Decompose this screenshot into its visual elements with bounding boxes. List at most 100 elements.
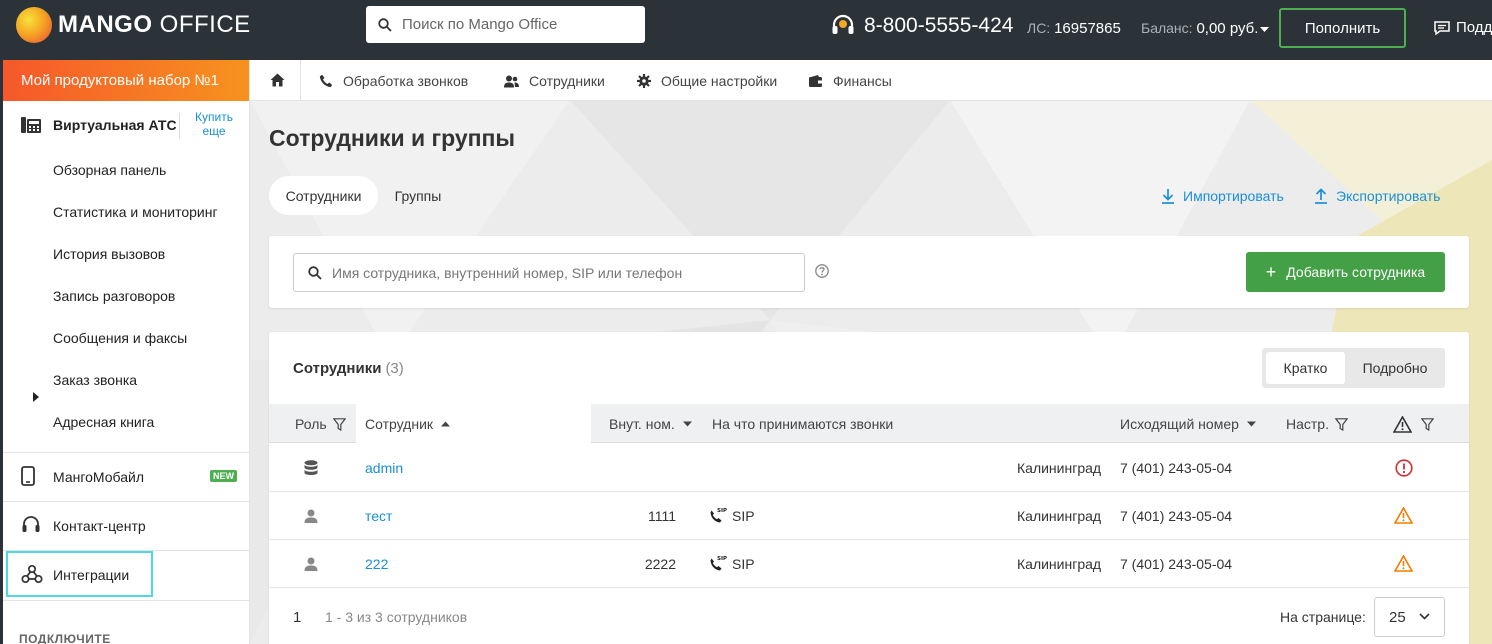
mango-logo-icon	[16, 7, 52, 43]
plus-icon: +	[1265, 262, 1277, 282]
support-link[interactable]: Подд	[1434, 19, 1492, 36]
integrations-highlight	[6, 551, 153, 597]
balance-dropdown[interactable]: Баланс: 0,00 руб.	[1141, 20, 1270, 37]
sidebar-section-mangomobile[interactable]: МангоМобайл NEW	[3, 453, 249, 501]
view-short-button[interactable]: Кратко	[1266, 352, 1345, 384]
import-button[interactable]: Импортировать	[1161, 188, 1284, 204]
main-content: Обработка звонков Сотрудники Общие настр…	[250, 60, 1492, 644]
city: Калининград	[1017, 508, 1102, 524]
column-extension[interactable]: Внут. ном.	[609, 416, 692, 432]
filter-icon	[332, 417, 346, 431]
wallet-icon	[809, 75, 823, 87]
user-icon	[304, 509, 318, 523]
warning-icon[interactable]	[1394, 507, 1413, 524]
sidebar-item-statistics[interactable]: Статистика и мониторинг	[53, 204, 218, 220]
column-outgoing[interactable]: Исходящий номер	[1120, 416, 1256, 432]
users-icon	[504, 75, 519, 87]
account-number: ЛС: 16957865	[1027, 20, 1121, 37]
sort-down-icon	[682, 421, 692, 427]
column-status[interactable]	[1393, 416, 1434, 433]
employee-search-input[interactable]	[332, 264, 792, 281]
error-icon[interactable]	[1395, 459, 1413, 477]
table-row[interactable]: admin Калининград 7 (401) 243-05-04	[269, 444, 1469, 492]
database-icon	[304, 460, 318, 476]
page-number[interactable]: 1	[293, 609, 301, 626]
view-switch: Кратко Подробно	[1262, 348, 1445, 388]
headset-icon	[22, 516, 40, 532]
topup-button[interactable]: Пополнить	[1279, 8, 1406, 48]
employee-name-link[interactable]: 222	[365, 556, 388, 572]
logo-text: MANGO OFFICE	[58, 11, 251, 38]
sidebar-section-contact-center[interactable]: Контакт-центр	[3, 502, 249, 550]
tab-groups[interactable]: Группы	[388, 176, 448, 215]
column-employee[interactable]: Сотрудник	[365, 416, 451, 432]
pbx-phone-icon	[21, 117, 41, 133]
sidebar-item-address-book[interactable]: Адресная книга	[53, 414, 154, 430]
filter-icon	[1334, 417, 1348, 431]
per-page-select[interactable]: 25	[1374, 597, 1445, 637]
column-settings[interactable]: Настр.	[1286, 416, 1348, 432]
connect-section-label: ПОДКЛЮЧИТЕ	[19, 632, 111, 644]
phone-icon	[319, 74, 333, 88]
export-button[interactable]: Экспортировать	[1314, 188, 1440, 204]
table-row[interactable]: тест 1111 SIP SIP Калининград 7 (401) 24…	[269, 492, 1469, 540]
sip-phone-icon: SIP	[710, 556, 727, 571]
expand-arrow-icon[interactable]	[33, 392, 39, 402]
help-icon[interactable]	[815, 264, 829, 278]
table-row[interactable]: 222 2222 SIP SIP Калининград 7 (401) 243…	[269, 540, 1469, 588]
global-search[interactable]	[366, 6, 645, 43]
sidebar-item-dashboard[interactable]: Обзорная панель	[53, 162, 166, 178]
headset-icon	[832, 14, 854, 34]
sort-up-icon	[441, 421, 451, 427]
employee-name-link[interactable]: admin	[365, 460, 403, 476]
home-icon[interactable]	[270, 73, 285, 87]
page-range: 1 - 3 из 3 сотрудников	[325, 609, 468, 625]
chevron-down-icon	[1419, 613, 1430, 620]
caret-down-icon	[1260, 27, 1270, 32]
sidebar-item-callback[interactable]: Заказ звонка	[53, 372, 137, 388]
sidebar-item-call-history[interactable]: История вызовов	[53, 246, 165, 262]
employees-table-card: Сотрудники (3) Кратко Подробно Роль Сотру…	[269, 332, 1469, 644]
warning-icon[interactable]	[1394, 555, 1413, 572]
outgoing-number: 7 (401) 243-05-04	[1120, 556, 1233, 572]
user-icon	[304, 557, 318, 571]
employee-name-link[interactable]: тест	[365, 508, 392, 524]
nav-finances[interactable]: Финансы	[809, 73, 892, 89]
sort-down-icon	[1246, 421, 1256, 427]
sidebar-item-messages[interactable]: Сообщения и факсы	[53, 330, 187, 346]
download-icon	[1162, 189, 1174, 204]
nav-employees[interactable]: Сотрудники	[504, 73, 605, 89]
nav-general-settings[interactable]: Общие настройки	[637, 73, 777, 89]
city: Калининград	[1017, 556, 1102, 572]
support-phone[interactable]: 8-800-5555-424	[830, 13, 1013, 39]
top-navigation: Обработка звонков Сотрудники Общие настр…	[250, 60, 1492, 101]
column-receive: На что принимаются звонки	[712, 416, 894, 432]
chat-icon	[1434, 20, 1450, 35]
employee-search[interactable]	[293, 253, 805, 292]
nav-call-handling[interactable]: Обработка звонков	[319, 73, 468, 89]
sidebar-item-recordings[interactable]: Запись разговоров	[53, 288, 175, 304]
pbx-section[interactable]: Виртуальная АТС Купить еще	[3, 101, 249, 149]
sip-phone-icon: SIP	[710, 508, 727, 523]
column-role[interactable]: Роль	[295, 416, 346, 432]
upload-icon	[1315, 188, 1327, 204]
add-employee-button[interactable]: + Добавить сотрудника	[1246, 252, 1445, 292]
extension-number: 1111	[647, 508, 676, 524]
mango-office-logo[interactable]: MANGO OFFICE	[16, 7, 251, 43]
employee-count: (3)	[385, 360, 404, 377]
phone-number: 8-800-5555-424	[864, 14, 1014, 37]
receive-type: SIP	[732, 508, 755, 524]
buy-more-link[interactable]: Купить еще	[189, 110, 239, 138]
city: Калининград	[1017, 460, 1102, 476]
warning-icon	[1393, 416, 1412, 433]
search-icon	[308, 265, 322, 280]
pbx-title: Виртуальная АТС	[53, 117, 177, 133]
global-search-input[interactable]	[402, 16, 622, 33]
tab-employees[interactable]: Сотрудники	[269, 176, 378, 215]
view-detailed-button[interactable]: Подробно	[1349, 352, 1441, 384]
nav-separator	[300, 60, 301, 101]
table-header: Роль Сотрудник Внут. ном. На что принима…	[269, 404, 1469, 443]
page-title: Сотрудники и группы	[269, 125, 516, 151]
product-set-banner[interactable]: Мой продуктовый набор №1	[3, 60, 249, 101]
table-title: Сотрудники (3)	[293, 360, 404, 377]
